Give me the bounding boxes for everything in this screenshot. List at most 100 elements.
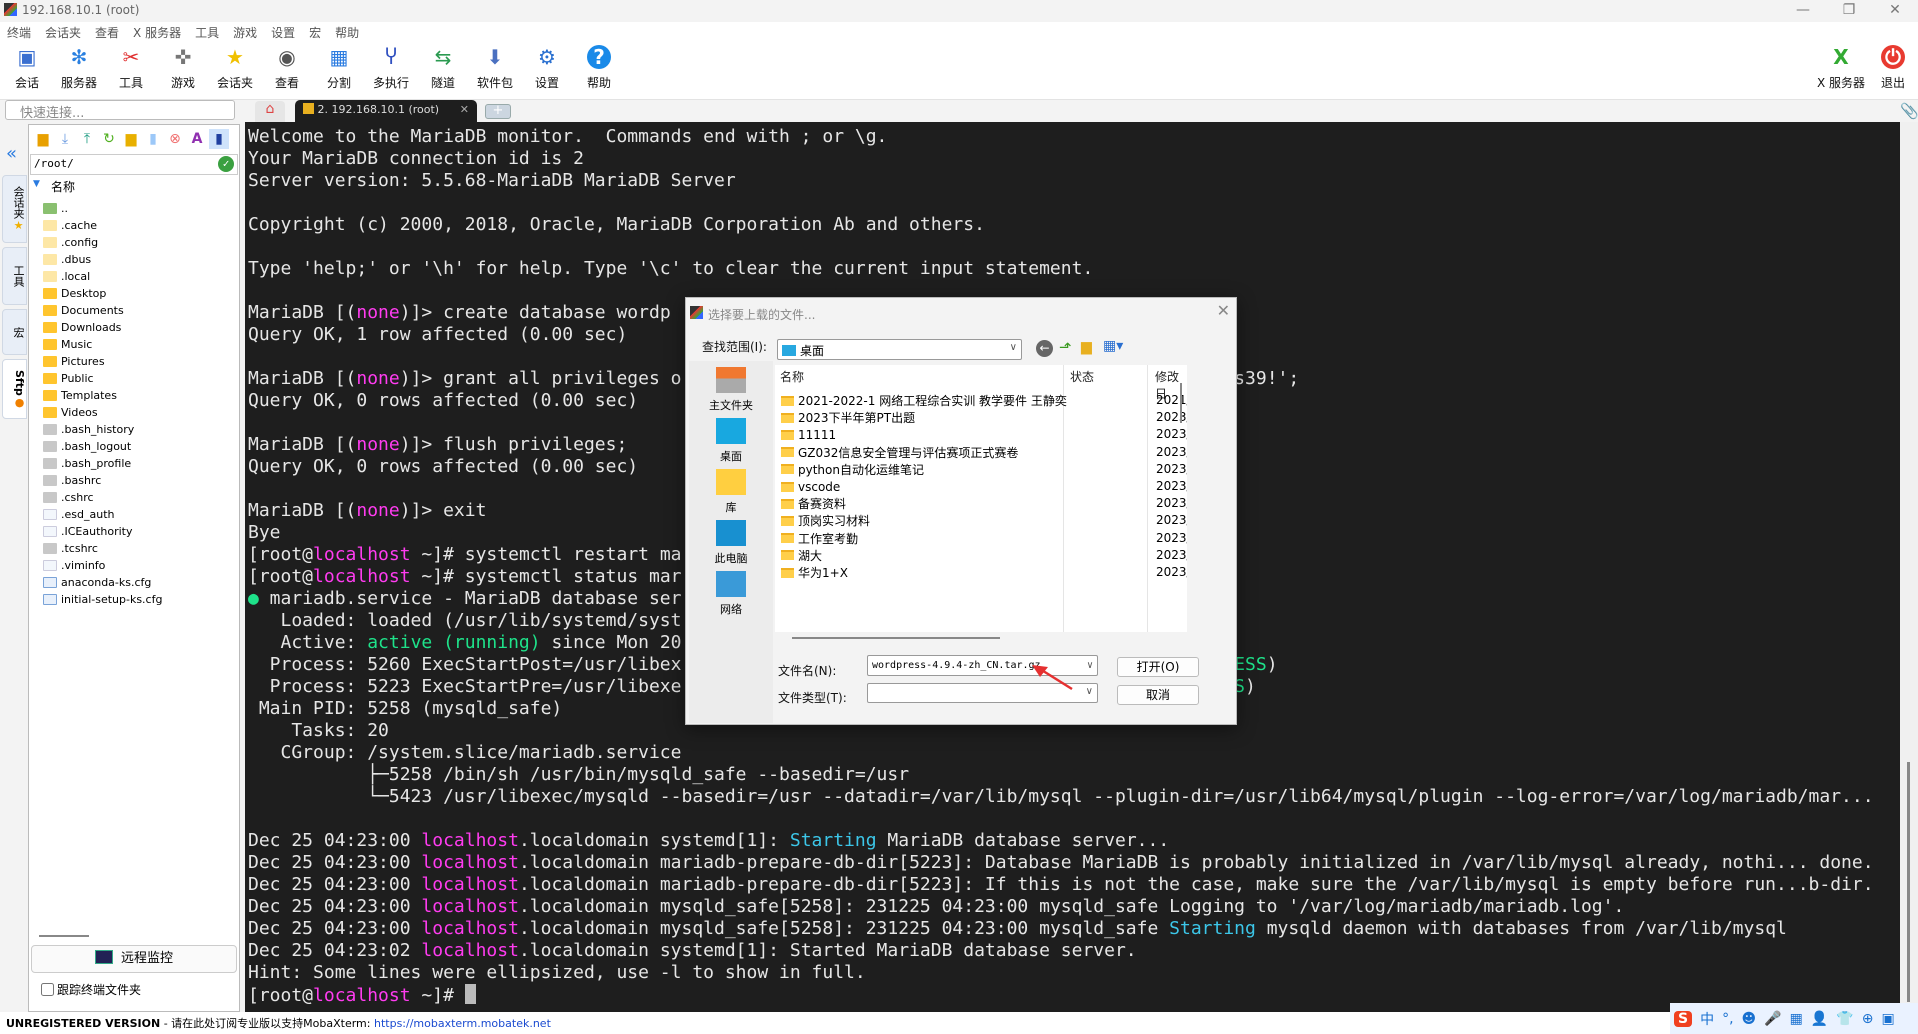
- vertical-scrollbar[interactable]: [1180, 383, 1182, 423]
- toolbar-button-x-server[interactable]: X X 服务器: [1816, 45, 1866, 91]
- tray-icon[interactable]: °,: [1722, 1011, 1733, 1027]
- file-list-row[interactable]: 备赛资料: [781, 495, 846, 512]
- file-list-row[interactable]: 顶岗实习材料: [781, 512, 870, 529]
- splitter[interactable]: [39, 935, 89, 937]
- menu-item[interactable]: 工具: [188, 22, 226, 41]
- menu-item[interactable]: 帮助: [328, 22, 366, 41]
- file-list-row[interactable]: python自动化运维笔记: [781, 461, 924, 478]
- file-row[interactable]: .bash_profile: [43, 455, 131, 472]
- mobatek-link[interactable]: https://mobaxterm.mobatek.net: [374, 1017, 551, 1030]
- column-status[interactable]: 状态: [1070, 368, 1094, 385]
- file-list-row[interactable]: 湖大: [781, 547, 822, 564]
- upload-icon[interactable]: ⤒: [77, 129, 97, 149]
- side-tab-macros[interactable]: 宏: [2, 309, 27, 355]
- tray-icon[interactable]: S: [1674, 1010, 1693, 1027]
- file-row[interactable]: Videos: [43, 404, 98, 421]
- file-list-row[interactable]: 华为1+X: [781, 564, 848, 581]
- file-row[interactable]: .tcshrc: [43, 540, 98, 557]
- place-home[interactable]: 主文件夹: [689, 367, 773, 413]
- tray-icon[interactable]: 👤: [1811, 1011, 1828, 1027]
- cancel-button[interactable]: 取消: [1117, 685, 1199, 705]
- toolbar-button-help[interactable]: ? 帮助: [574, 45, 624, 91]
- toolbar-button-multiexec[interactable]: Ⴤ 多执行: [366, 45, 416, 91]
- quick-connect-input[interactable]: 快速连接...: [5, 100, 235, 121]
- new-file-icon[interactable]: ▮: [143, 129, 163, 149]
- tab-session[interactable]: 2. 192.168.10.1 (root) ✕: [295, 100, 477, 122]
- side-tab-sftp[interactable]: Sftp●: [2, 359, 27, 419]
- terminal-scrollbar[interactable]: [1900, 122, 1918, 1012]
- toolbar-button-split[interactable]: ▦ 分割: [314, 45, 364, 91]
- file-row[interactable]: Desktop: [43, 285, 106, 302]
- close-window-button[interactable]: ✕: [1872, 0, 1918, 22]
- close-tab-icon[interactable]: ✕: [460, 103, 469, 116]
- rename-icon[interactable]: A: [187, 129, 207, 149]
- file-list-row[interactable]: 工作室考勤: [781, 530, 858, 547]
- file-row[interactable]: .ICEauthority: [43, 523, 133, 540]
- file-row[interactable]: Documents: [43, 302, 124, 319]
- place-library[interactable]: 库: [689, 469, 773, 515]
- maximize-button[interactable]: ❐: [1826, 0, 1872, 22]
- file-list-row[interactable]: 2023下半年第PT出题: [781, 409, 915, 426]
- open-button[interactable]: 打开(O): [1117, 657, 1199, 677]
- path-input[interactable]: /root/ ✓: [30, 154, 238, 175]
- menu-item[interactable]: 查看: [88, 22, 126, 41]
- column-name[interactable]: 名称: [780, 368, 804, 385]
- menu-item[interactable]: X 服务器: [126, 22, 188, 41]
- column-header-name[interactable]: 名称: [51, 178, 75, 195]
- horizontal-scrollbar[interactable]: [792, 637, 1000, 639]
- file-row[interactable]: .dbus: [43, 251, 91, 268]
- download-icon[interactable]: ⤓: [55, 129, 75, 149]
- file-row[interactable]: .config: [43, 234, 98, 251]
- remote-monitor-button[interactable]: 远程监控: [31, 945, 237, 973]
- toolbar-button-session[interactable]: ▣ 会话: [2, 45, 52, 91]
- tray-icon[interactable]: ▦: [1790, 1011, 1803, 1027]
- file-list[interactable]: ^ 名称 状态 修改日 2021-2022-1 网络工程综合实训 教学要件 王静…: [775, 365, 1187, 632]
- file-row[interactable]: .bash_logout: [43, 438, 131, 455]
- place-desktop[interactable]: 桌面: [689, 418, 773, 464]
- side-tab-sessions[interactable]: 会话夹★: [2, 175, 27, 243]
- attach-icon[interactable]: 📎: [1900, 102, 1918, 120]
- menu-item[interactable]: 宏: [302, 22, 328, 41]
- menu-item[interactable]: 会话夹: [38, 22, 88, 41]
- file-row[interactable]: Public: [43, 370, 94, 387]
- delete-icon[interactable]: ⊗: [165, 129, 185, 149]
- toolbar-button-tools[interactable]: ✂ 工具: [106, 45, 156, 91]
- tray-icon[interactable]: 中: [1700, 1009, 1714, 1029]
- file-row[interactable]: .cshrc: [43, 489, 94, 506]
- follow-terminal-checkbox[interactable]: [41, 983, 54, 996]
- new-folder-icon[interactable]: ▆: [121, 129, 141, 149]
- view-menu-icon[interactable]: ▦▾: [1103, 338, 1123, 354]
- place-computer[interactable]: 此电脑: [689, 520, 773, 566]
- side-tab-tools[interactable]: 工具: [2, 247, 27, 305]
- file-row[interactable]: Downloads: [43, 319, 121, 336]
- toolbar-button-star[interactable]: ★ 会话夹: [210, 45, 260, 91]
- new-folder-icon[interactable]: ▆: [1081, 339, 1092, 355]
- file-row[interactable]: .cache: [43, 217, 97, 234]
- home-tab[interactable]: ⌂: [255, 101, 285, 122]
- up-folder-icon[interactable]: ⬏: [1059, 338, 1072, 356]
- lookin-select[interactable]: 桌面 ∨: [777, 339, 1022, 360]
- collapse-icon[interactable]: «: [6, 143, 17, 164]
- file-list-row[interactable]: GZ032信息安全管理与评估赛项正式赛卷: [781, 444, 1018, 461]
- file-row[interactable]: .local: [43, 268, 90, 285]
- toolbar-button-tunnel[interactable]: ⇆ 隧道: [418, 45, 468, 91]
- tray-icon[interactable]: ▣: [1881, 1011, 1894, 1027]
- new-tab-button[interactable]: +: [485, 104, 511, 119]
- file-list-row[interactable]: 11111: [781, 426, 836, 443]
- file-row[interactable]: .bash_history: [43, 421, 134, 438]
- file-row[interactable]: initial-setup-ks.cfg: [43, 591, 162, 608]
- tray-icon[interactable]: 🎤: [1764, 1011, 1781, 1027]
- file-row[interactable]: .esd_auth: [43, 506, 114, 523]
- toolbar-button-servers[interactable]: ✻ 服务器: [54, 45, 104, 91]
- menu-item[interactable]: 设置: [264, 22, 302, 41]
- file-list-row[interactable]: 2021-2022-1 网络工程综合实训 教学要件 王静奕: [781, 392, 1067, 409]
- scrollbar-thumb[interactable]: [1907, 762, 1910, 1002]
- tray-icon[interactable]: ⊕: [1862, 1011, 1874, 1027]
- minimize-button[interactable]: —: [1780, 0, 1826, 22]
- back-icon[interactable]: ←: [1036, 340, 1053, 357]
- file-list-row[interactable]: vscode: [781, 478, 840, 495]
- parent-folder-icon[interactable]: ▆: [33, 129, 53, 149]
- menu-item[interactable]: 游戏: [226, 22, 264, 41]
- menu-item[interactable]: 终端: [0, 22, 38, 41]
- tray-icon[interactable]: ☻: [1742, 1011, 1757, 1027]
